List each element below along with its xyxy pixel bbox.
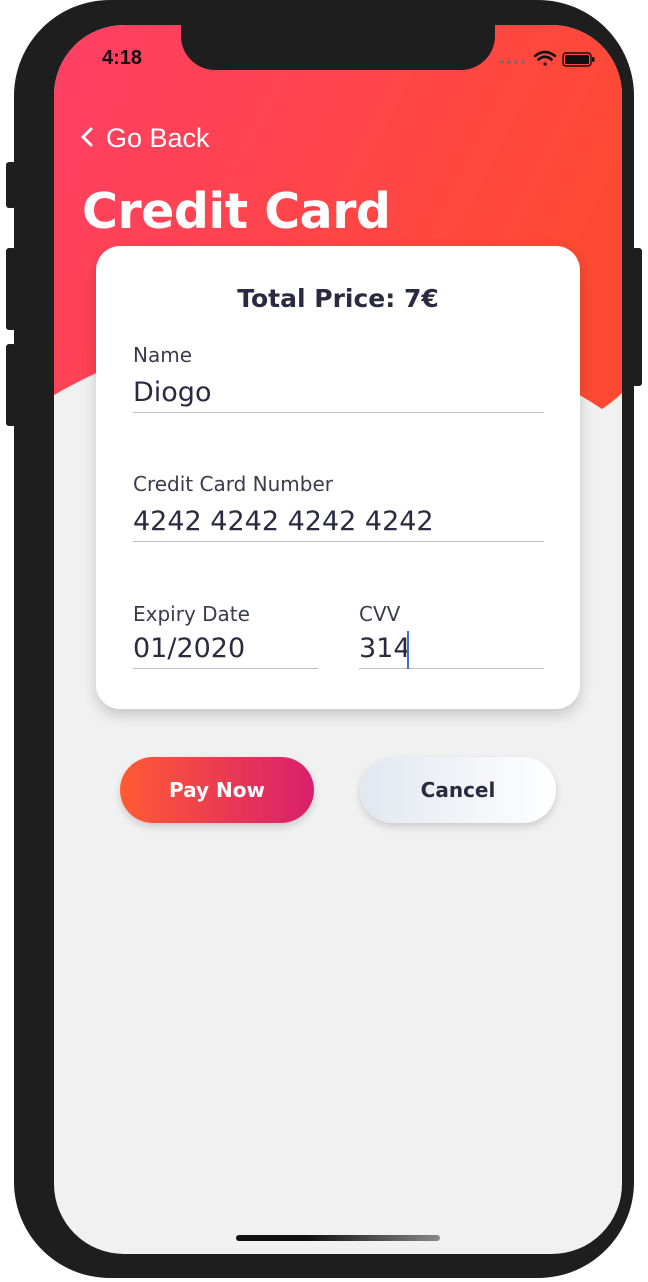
go-back-button[interactable]: Go Back: [80, 123, 210, 154]
go-back-label: Go Back: [106, 123, 210, 153]
screen: 4:18 Go Back Credit Card Total Price: 7€…: [54, 25, 622, 1254]
expiry-input[interactable]: [133, 633, 318, 669]
home-indicator[interactable]: [236, 1235, 440, 1241]
total-price: Total Price: 7€: [237, 284, 439, 313]
status-icons: [498, 49, 598, 69]
expiry-label: Expiry Date: [133, 602, 250, 626]
status-time: 4:18: [102, 47, 143, 69]
wifi-icon: [533, 50, 557, 66]
device-notch: [181, 25, 495, 70]
battery-icon: [562, 52, 595, 67]
text-cursor: [407, 631, 409, 669]
cellular-dots-icon: [500, 60, 525, 64]
cancel-button[interactable]: Cancel: [360, 757, 556, 823]
name-input[interactable]: [133, 377, 544, 413]
card-number-label: Credit Card Number: [133, 472, 333, 496]
pay-now-button[interactable]: Pay Now: [120, 757, 314, 823]
name-label: Name: [133, 343, 193, 367]
cvv-input[interactable]: [359, 633, 544, 669]
chevron-left-icon: [80, 126, 94, 152]
card-number-input[interactable]: [133, 506, 544, 542]
payment-card: Total Price: 7€ Name Credit Card Number …: [96, 246, 580, 709]
cvv-label: CVV: [359, 602, 401, 626]
page-title: Credit Card: [82, 183, 391, 240]
phone-frame: 4:18 Go Back Credit Card Total Price: 7€…: [14, 0, 634, 1278]
